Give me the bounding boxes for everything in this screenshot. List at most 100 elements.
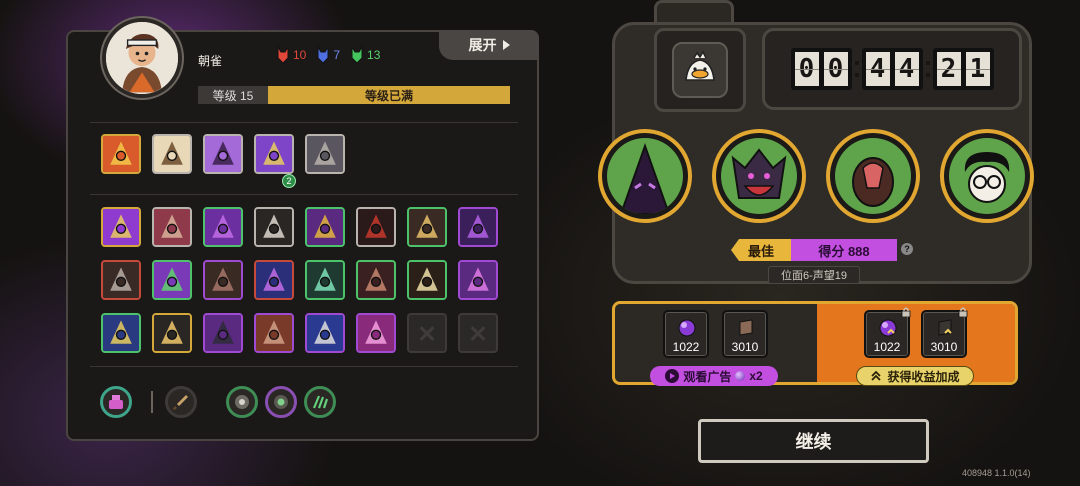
skill-slot[interactable]: [356, 313, 396, 353]
purple-gem-icon: [678, 319, 696, 337]
skill-icon: [307, 262, 343, 298]
continue-button[interactable]: 继续: [698, 419, 929, 463]
key-skill-slot[interactable]: [203, 134, 243, 174]
lock-icon: [901, 307, 911, 317]
skill-slot[interactable]: [101, 313, 141, 353]
skill-icon: [103, 315, 139, 351]
skill-slot[interactable]: [152, 207, 192, 247]
character-portrait-icon: [106, 22, 178, 94]
skill-slot[interactable]: [458, 260, 498, 300]
skill-slot[interactable]: [254, 207, 294, 247]
skill-icon: [205, 315, 241, 351]
skill-slot[interactable]: [305, 260, 345, 300]
skill-icon: [154, 136, 190, 172]
skill-slot[interactable]: [254, 313, 294, 353]
purple-gem-icon: [735, 371, 746, 381]
skill-slot[interactable]: [101, 207, 141, 247]
plane-reputation-label: 位面6-声望19: [768, 266, 860, 284]
help-icon[interactable]: ?: [901, 243, 913, 255]
level-bar: 等级 15 等级已满: [198, 86, 510, 104]
skill-icon: [205, 262, 241, 298]
duck-icon: [685, 50, 715, 81]
green-mask-icon: [351, 46, 363, 64]
key-skill-slot[interactable]: [305, 134, 345, 174]
bonus-reward-book: 3010: [921, 310, 967, 358]
reward-book: 3010: [722, 310, 768, 358]
equip-slot-weapon[interactable]: [165, 386, 197, 418]
equip-slot-relic-3[interactable]: [304, 386, 336, 418]
defeated-boss-1[interactable]: [598, 129, 692, 223]
skill-slot[interactable]: [305, 207, 345, 247]
defeated-boss-2[interactable]: [712, 129, 806, 223]
timer-digit: 0: [821, 50, 850, 88]
boss-icon-slot: [654, 28, 746, 112]
blue-mask-token: 7: [316, 46, 340, 64]
skill-slot[interactable]: [356, 207, 396, 247]
timer-digit: 2: [934, 50, 963, 88]
book-icon: [938, 319, 952, 336]
skill-slot[interactable]: [101, 260, 141, 300]
skill-icon: [307, 209, 343, 245]
reward-gem-amount: 1022: [672, 340, 700, 354]
score-row: 最佳 得分 888: [731, 239, 897, 261]
skill-icon: [256, 262, 292, 298]
skill-slot[interactable]: [305, 313, 345, 353]
skill-slot[interactable]: [407, 207, 447, 247]
level-label: 等级 15: [198, 86, 268, 104]
equip-slot-potion[interactable]: [100, 386, 132, 418]
skill-icon: [409, 262, 445, 298]
key-skill-slot[interactable]: [254, 134, 294, 174]
level-status: 等级已满: [268, 86, 510, 104]
key-skill-slot[interactable]: [101, 134, 141, 174]
get-bonus-label: 获得收益加成: [887, 369, 960, 384]
watch-ad-button[interactable]: 观看广告 x2: [650, 366, 778, 386]
get-bonus-button[interactable]: 获得收益加成: [856, 366, 974, 386]
skill-icon: [358, 315, 394, 351]
skill-slot[interactable]: [458, 207, 498, 247]
red-token-count: 10: [293, 48, 307, 62]
equip-slot-relic-1[interactable]: [226, 386, 258, 418]
timer-digit: 4: [863, 50, 892, 88]
divider: [90, 194, 518, 195]
skill-slot[interactable]: [152, 260, 192, 300]
expand-button[interactable]: 展开: [439, 30, 539, 60]
potion-icon: [109, 395, 123, 409]
bonus-book-amount: 3010: [930, 340, 958, 354]
bonus-gem-amount: 1022: [873, 340, 901, 354]
character-avatar[interactable]: [102, 18, 182, 98]
timer-digit: 0: [792, 50, 821, 88]
key-skill-slot[interactable]: [152, 134, 192, 174]
skill-icon: [358, 209, 394, 245]
skill-slot[interactable]: [203, 260, 243, 300]
timer-colon: [852, 50, 862, 88]
defeated-boss-4[interactable]: [940, 129, 1034, 223]
skill-icon: [103, 262, 139, 298]
hooded-shadow-boss-icon: [607, 138, 683, 214]
reward-book-amount: 3010: [731, 340, 759, 354]
lock-icon: [958, 307, 968, 317]
character-name: 朝雀: [198, 54, 223, 68]
skill-slot[interactable]: [407, 260, 447, 300]
skill-icon: [154, 315, 190, 351]
skill-slot[interactable]: [203, 207, 243, 247]
equip-slot-relic-2[interactable]: [265, 386, 297, 418]
timer-colon: [923, 50, 933, 88]
skill-slot[interactable]: [254, 260, 294, 300]
skill-slot[interactable]: [203, 313, 243, 353]
skill-icon: [256, 315, 292, 351]
expand-label: 展开: [468, 37, 497, 53]
skill-slot[interactable]: [356, 260, 396, 300]
best-label: 最佳: [731, 239, 791, 261]
skill-icon: [103, 209, 139, 245]
token-counters: 10 7 13: [276, 46, 380, 64]
skill-icon: [409, 209, 445, 245]
skill-icon: [256, 136, 292, 172]
defeated-boss-3[interactable]: [826, 129, 920, 223]
red-mask-token: 10: [276, 46, 306, 64]
watch-ad-multiplier: x2: [749, 369, 763, 383]
play-icon: [665, 369, 680, 383]
blue-mask-icon: [317, 46, 329, 64]
timer-seconds: 2 1: [932, 48, 994, 90]
skill-slot[interactable]: [152, 313, 192, 353]
skill-icon: [154, 209, 190, 245]
